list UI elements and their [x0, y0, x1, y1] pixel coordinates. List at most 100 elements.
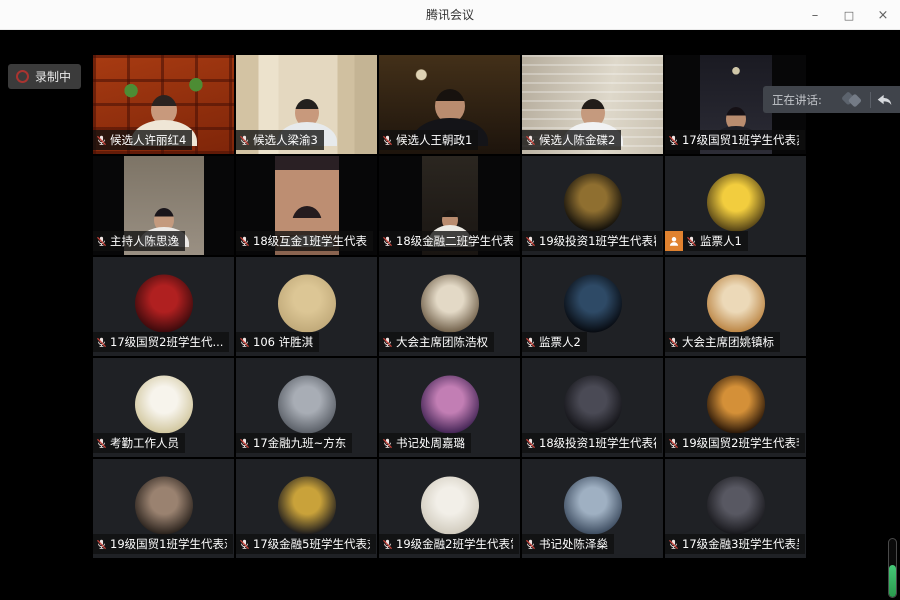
- participant-name: 书记处陈泽燊: [539, 536, 608, 552]
- video-tile[interactable]: 19级投资1班学生代表瞿...: [522, 156, 663, 255]
- video-tile[interactable]: 17级金融3班学生代表吴...: [665, 459, 806, 558]
- avatar: [278, 274, 336, 332]
- muted-mic-icon: [525, 236, 536, 247]
- member-badge-icon: [665, 231, 683, 251]
- video-tile[interactable]: 书记处陈泽燊: [522, 459, 663, 558]
- video-tile[interactable]: 19级国贸2班学生代表李...: [665, 358, 806, 457]
- meeting-stage: 录制中 正在讲话: 候选人许丽红4候选人梁渝3候选人王朝政1候选人陈金碟217级…: [0, 30, 900, 600]
- muted-mic-icon: [382, 539, 393, 550]
- avatar: [421, 476, 479, 534]
- hands-icon[interactable]: [832, 86, 870, 113]
- video-tile[interactable]: 19级金融2班学生代表常...: [379, 459, 520, 558]
- video-tile[interactable]: 监票人2: [522, 257, 663, 356]
- participant-name: 17级金融5班学生代表刘...: [253, 536, 370, 552]
- scrollbar-thumb[interactable]: [889, 565, 896, 597]
- scrollbar[interactable]: [888, 538, 897, 598]
- participant-label: 书记处周嘉璐: [379, 433, 471, 453]
- participant-label-row: 监票人1: [665, 231, 748, 251]
- muted-mic-icon: [239, 236, 250, 247]
- participant-label: 19级金融2班学生代表常...: [379, 534, 519, 554]
- video-tile[interactable]: 书记处周嘉璐: [379, 358, 520, 457]
- video-tile[interactable]: 17金融九班~方东: [236, 358, 377, 457]
- participant-label: 17级国贸2班学生代...: [93, 332, 229, 352]
- avatar: [564, 173, 622, 231]
- participant-name: 106 许胜淇: [253, 334, 313, 350]
- video-tile[interactable]: 18级金融二班学生代表...: [379, 156, 520, 255]
- muted-mic-icon: [96, 337, 107, 348]
- video-tile[interactable]: 主持人陈思逸: [93, 156, 234, 255]
- meeting-window: 腾讯会议 – □ × 录制中 正在讲话:: [0, 0, 900, 600]
- maximize-button[interactable]: □: [832, 0, 866, 30]
- participant-name: 书记处周嘉璐: [396, 435, 465, 451]
- participant-name: 18级互金1班学生代表: [253, 233, 367, 249]
- window-title: 腾讯会议: [426, 6, 474, 23]
- muted-mic-icon: [96, 539, 107, 550]
- participant-label-row: 大会主席团陈浩权: [379, 332, 494, 352]
- avatar: [135, 476, 193, 534]
- participant-name: 17级金融3班学生代表吴...: [682, 536, 799, 552]
- avatar: [707, 375, 765, 433]
- participant-name: 大会主席团陈浩权: [396, 334, 488, 350]
- muted-mic-icon: [239, 135, 250, 146]
- participant-label-row: 书记处周嘉璐: [379, 433, 471, 453]
- video-tile[interactable]: 监票人1: [665, 156, 806, 255]
- participant-label: 106 许胜淇: [236, 332, 319, 352]
- participant-name: 监票人2: [539, 334, 581, 350]
- avatar: [707, 274, 765, 332]
- video-tile[interactable]: 候选人王朝政1: [379, 55, 520, 154]
- participant-name: 19级国贸1班学生代表邓...: [110, 536, 227, 552]
- muted-mic-icon: [668, 438, 679, 449]
- participant-label: 17级金融3班学生代表吴...: [665, 534, 805, 554]
- muted-mic-icon: [382, 236, 393, 247]
- avatar: [278, 375, 336, 433]
- video-tile[interactable]: 18级投资1班学生代表符...: [522, 358, 663, 457]
- participant-label-row: 19级金融2班学生代表常...: [379, 534, 519, 554]
- avatar: [135, 274, 193, 332]
- video-tile[interactable]: 候选人陈金碟2: [522, 55, 663, 154]
- participant-label-row: 候选人陈金碟2: [522, 130, 621, 150]
- video-tile[interactable]: 大会主席团姚镇标: [665, 257, 806, 356]
- participant-label: 候选人陈金碟2: [522, 130, 621, 150]
- participant-label-row: 主持人陈思逸: [93, 231, 185, 251]
- avatar: [564, 375, 622, 433]
- muted-mic-icon: [382, 135, 393, 146]
- video-tile[interactable]: 19级国贸1班学生代表邓...: [93, 459, 234, 558]
- video-tile[interactable]: 18级互金1班学生代表: [236, 156, 377, 255]
- muted-mic-icon: [525, 337, 536, 348]
- participant-label-row: 候选人许丽红4: [93, 130, 192, 150]
- participant-name: 监票人1: [700, 233, 742, 249]
- muted-mic-icon: [96, 438, 107, 449]
- video-tile[interactable]: 17级国贸2班学生代...: [93, 257, 234, 356]
- muted-mic-icon: [239, 438, 250, 449]
- video-tile[interactable]: 候选人梁渝3: [236, 55, 377, 154]
- participant-label-row: 17金融九班~方东: [236, 433, 352, 453]
- participant-name: 19级国贸2班学生代表李...: [682, 435, 799, 451]
- video-tile[interactable]: 17级金融5班学生代表刘...: [236, 459, 377, 558]
- muted-mic-icon: [668, 135, 679, 146]
- participant-label-row: 19级国贸1班学生代表邓...: [93, 534, 233, 554]
- participant-name: 候选人陈金碟2: [539, 132, 615, 148]
- video-tile[interactable]: 考勤工作人员: [93, 358, 234, 457]
- participant-label: 18级投资1班学生代表符...: [522, 433, 662, 453]
- participant-label: 大会主席团姚镇标: [665, 332, 780, 352]
- video-tile[interactable]: 106 许胜淇: [236, 257, 377, 356]
- participant-label: 书记处陈泽燊: [522, 534, 614, 554]
- participant-label: 19级投资1班学生代表瞿...: [522, 231, 662, 251]
- video-tile[interactable]: 候选人许丽红4: [93, 55, 234, 154]
- recording-badge[interactable]: 录制中: [8, 64, 81, 89]
- participant-name: 17金融九班~方东: [253, 435, 346, 451]
- muted-mic-icon: [668, 337, 679, 348]
- participant-name: 18级投资1班学生代表符...: [539, 435, 656, 451]
- minimize-button[interactable]: –: [798, 0, 832, 30]
- video-tile[interactable]: 大会主席团陈浩权: [379, 257, 520, 356]
- muted-mic-icon: [239, 539, 250, 550]
- muted-mic-icon: [382, 337, 393, 348]
- back-arrow-icon[interactable]: [871, 86, 900, 113]
- muted-mic-icon: [96, 135, 107, 146]
- participant-label: 17级金融5班学生代表刘...: [236, 534, 376, 554]
- participant-name: 19级投资1班学生代表瞿...: [539, 233, 656, 249]
- participant-label: 监票人1: [683, 231, 748, 251]
- participant-label-row: 候选人梁渝3: [236, 130, 324, 150]
- close-button[interactable]: ×: [866, 0, 900, 30]
- recording-label: 录制中: [35, 68, 71, 85]
